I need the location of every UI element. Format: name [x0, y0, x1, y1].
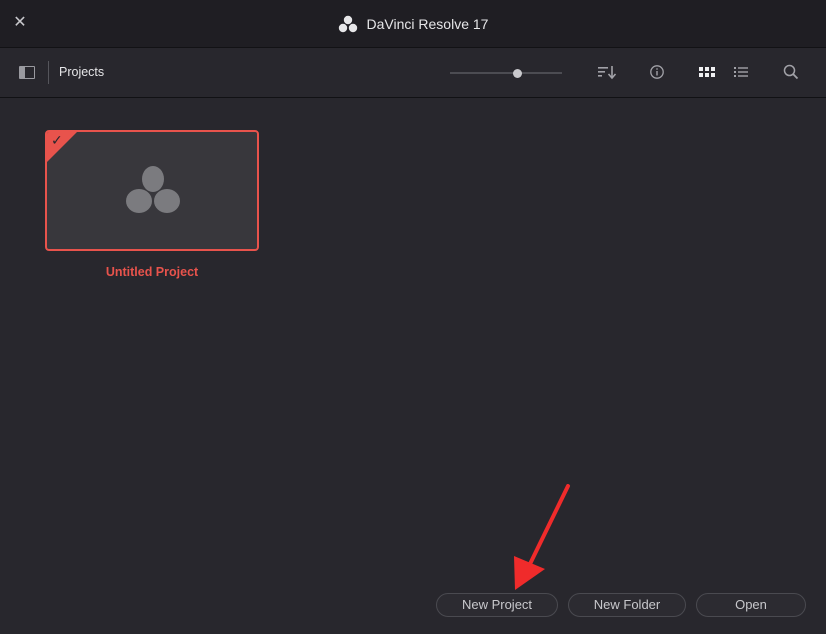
list-view-icon[interactable]	[731, 62, 751, 82]
sidebar-toggle-icon[interactable]	[19, 66, 35, 79]
checkmark-icon: ✓	[51, 132, 63, 148]
davinci-logo-icon	[126, 166, 180, 213]
davinci-logo-icon	[338, 15, 357, 32]
search-icon[interactable]	[781, 62, 801, 82]
open-button[interactable]: Open	[696, 593, 806, 617]
new-project-button[interactable]: New Project	[436, 593, 558, 617]
annotation-arrow	[514, 484, 570, 590]
sort-icon[interactable]	[597, 62, 617, 82]
project-name[interactable]: Untitled Project	[45, 265, 259, 279]
project-manager-toolbar: Projects	[0, 48, 826, 98]
toolbar-divider	[48, 61, 49, 84]
slider-handle[interactable]	[512, 68, 522, 78]
breadcrumb: Projects	[59, 65, 105, 79]
project-browser: ✓ Untitled Project New Project New Folde…	[0, 98, 826, 634]
thumbnail-size-slider[interactable]	[450, 68, 562, 78]
new-folder-button[interactable]: New Folder	[568, 593, 686, 617]
title-bar: ✕ DaVinci Resolve 17	[0, 0, 826, 48]
info-icon[interactable]	[647, 62, 667, 82]
window-title: DaVinci Resolve 17	[366, 15, 489, 32]
window-title-group: DaVinci Resolve 17	[0, 0, 826, 47]
project-thumbnail[interactable]: ✓	[45, 130, 259, 251]
grid-view-icon[interactable]	[697, 62, 717, 82]
